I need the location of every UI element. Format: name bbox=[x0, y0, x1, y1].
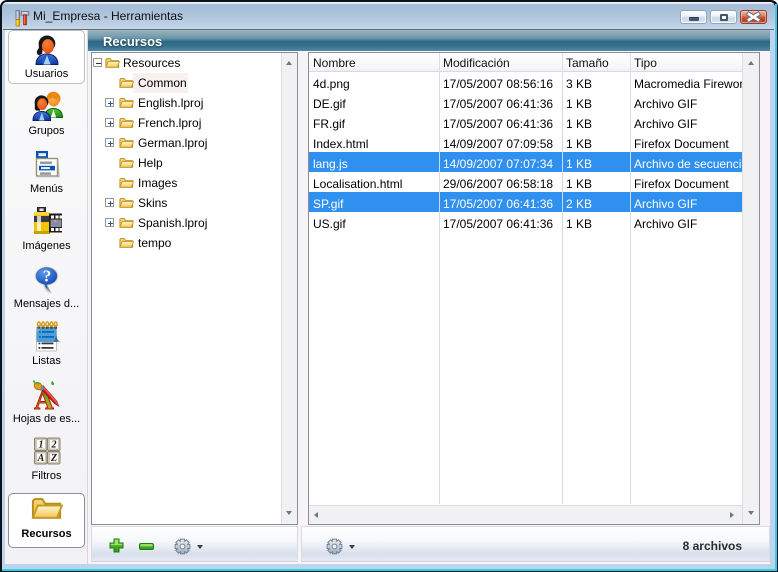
svg-text:A: A bbox=[36, 453, 44, 464]
svg-text:?: ? bbox=[42, 267, 51, 286]
svg-text:Z: Z bbox=[49, 453, 56, 464]
svg-text:2: 2 bbox=[50, 440, 56, 451]
svg-text:1: 1 bbox=[38, 440, 43, 451]
